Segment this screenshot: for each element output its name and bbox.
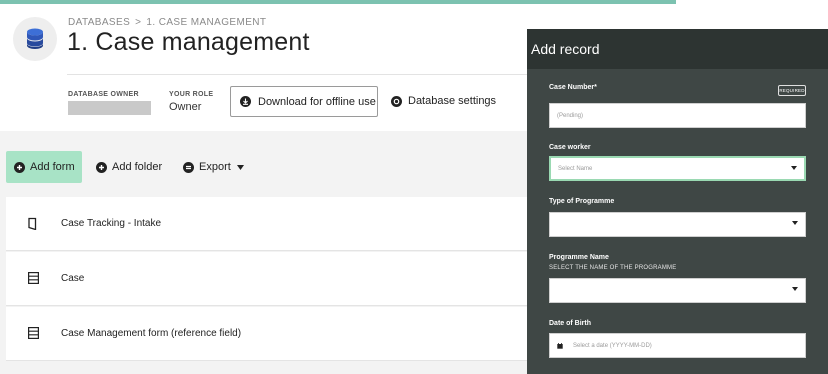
list-item[interactable]: Case Tracking - Intake (6, 197, 527, 251)
programme-name-select[interactable] (549, 278, 806, 303)
form-list: Case Tracking - Intake Case Case Managem… (6, 197, 527, 361)
case-worker-label: Case worker (549, 144, 591, 151)
list-item[interactable]: Case Management form (reference field) (6, 307, 527, 361)
add-record-panel: Add record Case Number* REQUIRED (Pendin… (527, 29, 828, 374)
breadcrumb: DATABASES >1. CASE MANAGEMENT (68, 17, 266, 28)
case-worker-placeholder: Select Name (558, 165, 593, 172)
breadcrumb-separator: > (135, 17, 142, 28)
chevron-down-icon (236, 164, 244, 170)
programme-name-sublabel: SELECT THE NAME OF THE PROGRAMME (549, 265, 677, 271)
export-icon (183, 161, 194, 173)
list-item-label: Case Tracking - Intake (61, 218, 162, 229)
export-button[interactable]: Export (183, 151, 244, 183)
table-icon (28, 272, 39, 284)
chevron-down-icon (791, 166, 797, 170)
chevron-down-icon (792, 221, 798, 225)
add-form-label: Add form (30, 161, 75, 173)
plus-icon (96, 161, 107, 173)
chevron-down-icon (792, 287, 798, 291)
list-item-label: Case Management form (reference field) (61, 328, 242, 339)
date-of-birth-field[interactable]: Select a date (YYYY-MM-DD) (549, 333, 806, 358)
plus-icon (14, 161, 25, 173)
your-role-label: YOUR ROLE (169, 91, 214, 98)
header-divider (67, 74, 527, 75)
export-label: Export (199, 161, 231, 173)
database-settings-label: Database settings (408, 95, 497, 107)
database-owner-label: DATABASE OWNER (68, 91, 139, 98)
add-folder-label: Add folder (112, 161, 163, 173)
date-of-birth-placeholder: Select a date (YYYY-MM-DD) (573, 342, 652, 349)
your-role-value: Owner (169, 101, 202, 113)
list-item[interactable]: Case (6, 252, 527, 306)
download-icon (240, 96, 251, 107)
database-icon (13, 17, 57, 61)
case-number-label: Case Number* (549, 84, 597, 91)
panel-title: Add record (527, 29, 828, 69)
case-number-field[interactable]: (Pending) (549, 103, 806, 128)
download-offline-button[interactable]: Download for offline use (230, 86, 378, 117)
download-offline-label: Download for offline use (258, 95, 376, 108)
programme-type-select[interactable] (549, 212, 806, 237)
required-badge: REQUIRED (778, 85, 806, 96)
gear-icon (391, 95, 402, 107)
breadcrumb-databases[interactable]: DATABASES (68, 17, 130, 28)
list-item-label: Case (61, 273, 85, 284)
breadcrumb-current: 1. CASE MANAGEMENT (146, 17, 267, 28)
form-icon (28, 217, 37, 230)
date-of-birth-label: Date of Birth (549, 320, 591, 327)
database-settings-button[interactable]: Database settings (391, 95, 496, 107)
calendar-icon (557, 342, 563, 349)
add-folder-button[interactable]: Add folder (96, 151, 162, 183)
top-accent-bar (0, 0, 676, 4)
table-icon (28, 327, 39, 339)
page-title: 1. Case management (67, 28, 310, 56)
programme-type-label: Type of Programme (549, 198, 615, 205)
case-number-placeholder: (Pending) (557, 112, 584, 119)
database-owner-value (68, 101, 151, 115)
add-form-button[interactable]: Add form (6, 151, 82, 183)
case-worker-select[interactable]: Select Name (549, 156, 806, 181)
programme-name-label: Programme Name (549, 254, 609, 261)
